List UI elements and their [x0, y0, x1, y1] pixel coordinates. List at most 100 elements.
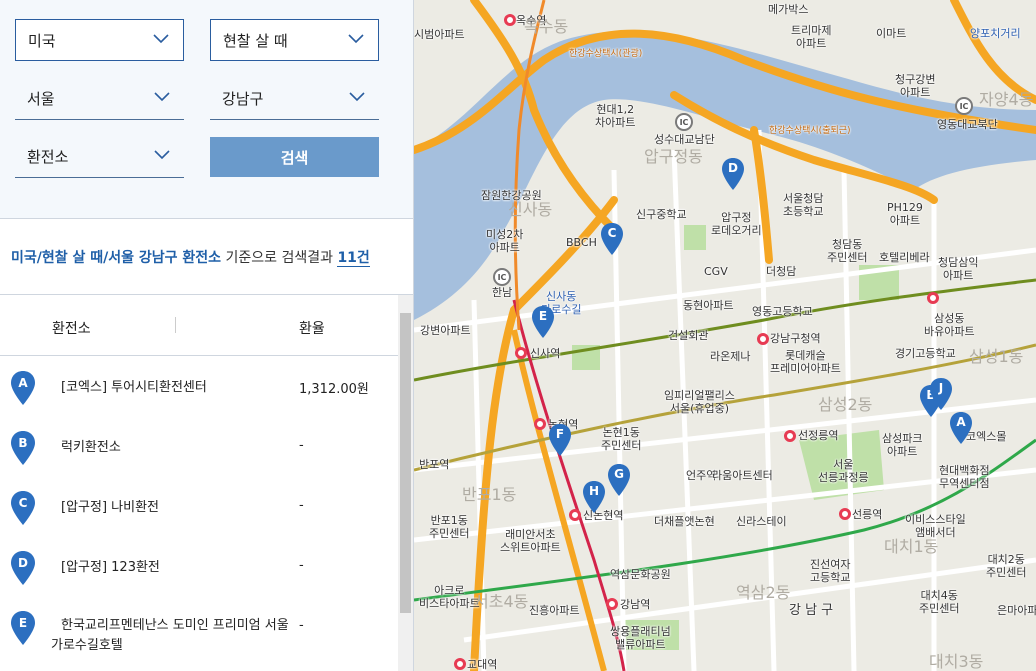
station-gangnam[interactable]	[606, 598, 618, 610]
map-label-misung: 미성2차 아파트	[486, 228, 524, 254]
search-panel: 미국 현찰 살 때 서울 강남구 환전소 검색 미국/현찰 살 때/서울 강남구…	[0, 0, 414, 671]
exchange-rate: 1,312.00원	[299, 382, 369, 397]
exchange-name[interactable]: [압구정] 123환전	[61, 558, 296, 578]
column-header-rate: 환율	[299, 321, 325, 337]
exchange-name[interactable]: [코엑스] 투어시티환전센터	[61, 378, 296, 398]
station-seolleung[interactable]	[839, 508, 851, 520]
map-label-yeongdong-bridge: 영동대교북단	[937, 118, 998, 131]
map-marker-d[interactable]: D	[721, 157, 745, 191]
exchange-name-line1: [압구정] 123환전	[61, 560, 160, 575]
exchange-rate: -	[299, 558, 304, 573]
map-marker-e[interactable]: E	[531, 305, 555, 339]
map-label-samsung-park: 삼성파크 아파트	[882, 432, 923, 458]
country-select[interactable]: 미국	[15, 19, 184, 61]
filter-area: 미국 현찰 살 때 서울 강남구 환전소 검색	[0, 0, 413, 219]
map-marker-f[interactable]: F	[548, 423, 572, 457]
map-label-imart: 이마트	[876, 27, 907, 40]
ic-seongsu: IC	[675, 113, 693, 131]
map-label-gangnam-station: 강남역	[620, 598, 651, 611]
table-row[interactable]: D [압구정] 123환전 -	[0, 536, 398, 596]
map-label-yangjae: 양포치거리	[970, 27, 1021, 40]
map-pin-icon: D	[11, 551, 35, 585]
table-row[interactable]: C [압구정] 나비환전 -	[0, 476, 398, 536]
map-label-yeoksam-park: 역삼문화공원	[610, 568, 671, 581]
row-marker-letter: D	[18, 556, 28, 570]
map-label-hotel-riviera: 호텔리베라	[879, 251, 930, 264]
map-pin-icon: A	[11, 371, 35, 405]
map-label-ph129: PH129 아파트	[887, 201, 923, 227]
map-label-apgujeong-rodeo: 압구정 로데오거리	[711, 211, 762, 237]
table-row[interactable]: E 한국교리프멘테난스 도미인 프리미엄 서울 가로수길호텔 -	[0, 596, 398, 656]
marker-letter: H	[588, 484, 600, 498]
column-divider	[175, 317, 176, 333]
chevron-down-icon	[348, 34, 364, 44]
exchange-name[interactable]: 럭키환전소	[61, 438, 296, 458]
map-label-jinseon: 진선여자 고등학교	[810, 558, 851, 584]
station-gangnamgu-office[interactable]	[757, 333, 769, 345]
map-label-samsung-hyo: 삼성동 바유아파트	[924, 312, 975, 338]
map-label-apgujeong-dong: 압구정동	[644, 147, 703, 166]
exchange-name[interactable]: [압구정] 나비환전	[61, 498, 296, 518]
marker-letter: E	[538, 309, 548, 323]
map-label-cheongdam-center: 청담동 주민센터	[827, 238, 868, 264]
map-label-jinheung: 진흥아파트	[529, 604, 580, 617]
map-label-laum: 라움아트센터	[712, 469, 773, 482]
ic-hannam: IC	[493, 268, 511, 286]
search-button[interactable]: 검색	[210, 137, 379, 177]
map-marker-g[interactable]: G	[607, 463, 631, 497]
map-label-banpo-station: 반포역	[419, 458, 450, 471]
map-label-daechi1: 대치1동	[884, 537, 939, 556]
map-label-silla: 신라스테이	[736, 515, 787, 528]
map-label-yeoksam-dong: 역삼2동	[736, 583, 791, 602]
map-marker-j[interactable]: J	[929, 377, 953, 411]
exchange-rate: -	[299, 438, 304, 453]
map-label-geonseol: 건설회관	[668, 329, 709, 342]
category-select[interactable]: 환전소	[15, 136, 184, 178]
exchange-rate: -	[299, 498, 304, 513]
chevron-down-icon	[154, 92, 170, 102]
trade-type-select[interactable]: 현찰 살 때	[210, 19, 379, 61]
row-marker-letter: E	[19, 616, 27, 630]
district-select[interactable]: 강남구	[210, 78, 379, 120]
map-marker-c[interactable]: C	[600, 222, 624, 256]
station-gyodae[interactable]	[454, 658, 466, 670]
station-sinnonhyun[interactable]	[569, 509, 581, 521]
exchange-name-line1: 럭키환전소	[61, 440, 121, 455]
station-seonjeongneung[interactable]	[784, 430, 796, 442]
ic-yeongdong: IC	[955, 97, 973, 115]
map-label-theplace: 더채플앳논현	[654, 515, 715, 528]
station-sinsa[interactable]	[515, 347, 527, 359]
map-marker-a[interactable]: A	[949, 411, 973, 445]
map-marker-h[interactable]: H	[582, 480, 606, 514]
exchange-name[interactable]: 한국교리프멘테난스 도미인 프리미엄 서울 가로수길호텔	[51, 616, 296, 656]
exchange-name-line1: [압구정] 나비환전	[61, 500, 159, 515]
station-oksu[interactable]	[504, 14, 516, 26]
map-label-evis: 이비스스타일 앰배서더	[905, 513, 966, 539]
map-label-hyundai-dept: 현대백화점 무역센터점	[939, 464, 990, 490]
row-marker-letter: B	[18, 436, 27, 450]
map-label-hyundai12: 현대1,2 차아파트	[595, 103, 636, 129]
map-label-banpo-dong: 반포1동	[462, 485, 517, 504]
map-label-daechi2: 대치2동 주민센터	[986, 553, 1027, 579]
map-label-eunma: 은마아파트	[997, 604, 1036, 617]
exchange-name-line2: 가로수길호텔	[51, 638, 123, 653]
station-nonhyun[interactable]	[534, 418, 546, 430]
scrollbar-thumb[interactable]	[400, 313, 411, 613]
map-label-samsung2: 삼성2동	[818, 395, 873, 414]
station-cheongdam[interactable]	[927, 292, 939, 304]
table-row[interactable]: A [코엑스] 투어시티환전센터 1,312.00원	[0, 356, 398, 416]
map-label-banpo1: 반포1동 주민센터	[429, 514, 470, 540]
table-header: 환전소 환율	[0, 295, 398, 356]
map-label-lamanera: 라온제나	[710, 350, 751, 363]
map-pin-icon: B	[11, 431, 35, 465]
result-count-link[interactable]: 11건	[337, 250, 370, 267]
row-marker-letter: A	[18, 376, 28, 390]
map-view[interactable]: IC IC IC 옥수역 옥수동 시범아파트 메가박스 트리마제 아파트 이마트…	[414, 0, 1036, 671]
table-row[interactable]: B 럭키환전소 -	[0, 416, 398, 476]
map-label-sinku: 신구중학교	[636, 208, 687, 221]
map-label-sibeom: 시범아파트	[414, 28, 465, 41]
city-select[interactable]: 서울	[15, 78, 184, 120]
list-scrollbar[interactable]	[398, 295, 413, 671]
map-label-seongsu-bridge: 성수대교남단	[654, 133, 715, 146]
chevron-down-icon	[154, 150, 170, 160]
